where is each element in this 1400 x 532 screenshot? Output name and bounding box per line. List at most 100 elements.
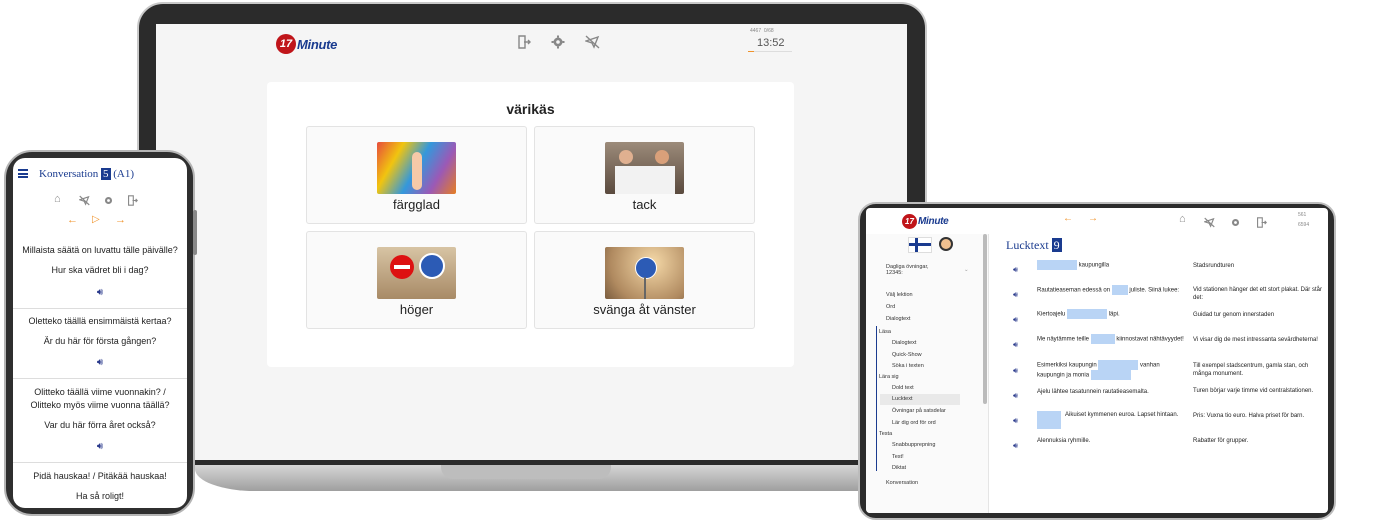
page-title: Lucktext 9	[1006, 238, 1062, 252]
speaker-icon[interactable]: 🔊︎	[1013, 391, 1018, 401]
app-logo[interactable]: 17 Minute	[276, 34, 337, 54]
no-flight-icon[interactable]	[584, 34, 600, 50]
play-icon[interactable]: ▷	[92, 214, 100, 225]
sidebar-item[interactable]: Söka i texten	[892, 363, 924, 369]
menu-icon[interactable]	[18, 169, 28, 178]
sidebar-item[interactable]: Lär dig ord för ord	[892, 420, 936, 426]
fi-line: Me näytämme teille kiinnostavat nähtävyy…	[1037, 334, 1189, 344]
tablet-screen: 17 Minute ← → ⌂ 561 6594 Dagliga övninga…	[866, 208, 1328, 513]
stat-points: 561	[1298, 212, 1307, 218]
speaker-icon[interactable]: 🔊︎	[13, 357, 187, 368]
speaker-icon[interactable]: 🔊︎	[13, 287, 187, 298]
no-flight-icon[interactable]	[1202, 215, 1215, 233]
sidebar-item[interactable]: Snabbupprepning	[892, 442, 935, 448]
logo-text: Minute	[918, 216, 949, 227]
speaker-icon[interactable]: 🔊︎	[1013, 366, 1018, 376]
timer-bar	[748, 51, 792, 52]
speaker-icon[interactable]: 🔊︎	[1013, 265, 1018, 275]
colorful-girl-photo	[377, 142, 456, 194]
speaker-icon[interactable]: 🔊︎	[1013, 441, 1018, 451]
option-card-4[interactable]: svänga åt vänster	[534, 231, 755, 329]
logo-badge: 17	[902, 214, 917, 229]
gear-icon[interactable]	[1230, 215, 1241, 233]
sv-line: Guidad tur genom innerstaden	[1193, 312, 1275, 318]
stat-points: 4467	[750, 28, 762, 34]
divider	[13, 378, 187, 379]
exit-icon[interactable]	[127, 193, 138, 211]
fi-line: Esimerkiksi kaupungin vanhan kaupungin j…	[1037, 360, 1189, 380]
forward-arrow-icon[interactable]: →	[1088, 213, 1098, 224]
sidebar-item-conversation[interactable]: Konversation	[886, 480, 918, 486]
exercise-number: 9	[1051, 238, 1062, 252]
option-label: svänga åt vänster	[593, 302, 696, 317]
phrase-sv: Är du här för första gången?	[43, 336, 157, 346]
scrollbar[interactable]	[983, 234, 987, 404]
speaker-icon[interactable]: 🔊︎	[1013, 416, 1018, 426]
sv-line: Turen börjar varje timme vid centralstat…	[1193, 388, 1314, 394]
sv-line: Rabatter för grupper.	[1193, 438, 1249, 444]
sidebar-item-dialog[interactable]: Dialogtext	[886, 316, 910, 322]
section-read: Läsa	[879, 329, 891, 335]
stat-total: 6594	[1298, 222, 1310, 228]
fi-line: Rautatieaseman edessä on juliste. Siinä …	[1037, 285, 1189, 295]
phrase-sv: Ha så roligt!	[75, 491, 125, 501]
sv-line: Vid stationen hänger det ett stort plaka…	[1193, 287, 1322, 301]
home-icon[interactable]: ⌂	[54, 193, 61, 205]
home-icon[interactable]: ⌂	[1179, 213, 1186, 225]
sidebar-item[interactable]: Test!	[892, 454, 904, 460]
laptop-screen: 17 Minute 4467 0/68 13:52 värikäs färggl…	[156, 24, 907, 460]
sidebar-item[interactable]: Quick-Show	[892, 352, 922, 358]
page-title: Konversation 5 (A1)	[39, 168, 135, 180]
speaker-icon[interactable]: 🔊︎	[1013, 340, 1018, 350]
sidebar-item-lesson[interactable]: Välj lektion	[886, 292, 913, 298]
speaker-icon[interactable]: 🔊︎	[1013, 315, 1018, 325]
phrase-fi: Oletteko täällä ensimmäistä kertaa?	[28, 316, 172, 326]
back-arrow-icon[interactable]: ←	[67, 214, 78, 226]
handshake-photo	[605, 142, 684, 194]
stat-progress: 0/68	[763, 28, 774, 34]
phrase-sv: Hur ska vädret bli i dag?	[51, 265, 149, 275]
sidebar-item[interactable]: Övningar på satsdelar	[892, 408, 946, 414]
exit-icon[interactable]	[516, 34, 532, 50]
sidebar-item-daily[interactable]: Dagliga övningar, 12345:	[886, 264, 929, 276]
avatar[interactable]	[939, 237, 953, 251]
option-card-1[interactable]: färgglad	[306, 126, 527, 224]
gear-icon[interactable]	[550, 34, 566, 50]
option-card-3[interactable]: höger	[306, 231, 527, 329]
road-signs-photo	[377, 247, 456, 299]
turn-sign-photo	[605, 247, 684, 299]
fi-line: Alennuksia ryhmille.	[1037, 438, 1091, 444]
sidebar-item[interactable]: Dold text	[892, 385, 914, 391]
back-arrow-icon[interactable]: ←	[1063, 213, 1073, 224]
sidebar-item-words[interactable]: Ord	[886, 304, 895, 310]
tree-line	[876, 326, 877, 471]
timer: 13:52	[757, 37, 785, 49]
phrase-fi: Pidä hauskaa! / Pitäkää hauskaa!	[33, 471, 167, 481]
speaker-icon[interactable]: 🔊︎	[1013, 290, 1018, 300]
gear-icon[interactable]	[103, 193, 114, 211]
phrase-fi: Olitteko täällä viime vuonnakin? /	[34, 387, 166, 397]
option-label: tack	[632, 197, 657, 212]
logo-badge: 17	[276, 34, 296, 54]
no-flight-icon[interactable]	[77, 193, 90, 211]
sv-line: Pris: Vuxna tio euro. Halva priset för b…	[1193, 413, 1305, 419]
stats: 4467 0/68	[750, 28, 774, 34]
option-label: höger	[399, 302, 434, 317]
option-label: färgglad	[393, 197, 440, 212]
sidebar-item-active[interactable]: Lucktext	[892, 396, 912, 402]
fi-line: Kiertoajelu läpi.	[1037, 309, 1189, 319]
sidebar-item[interactable]: Diktat	[892, 465, 906, 471]
speaker-icon[interactable]: 🔊︎	[13, 441, 187, 452]
sv-line: Stadsrundturen	[1193, 263, 1235, 269]
phrase-sv: Var du här förra året också?	[44, 420, 156, 430]
exit-icon[interactable]	[1256, 215, 1267, 233]
section-test: Testa	[879, 431, 893, 437]
sidebar-item[interactable]: Dialogtext	[892, 340, 916, 346]
finland-flag-icon[interactable]	[908, 237, 932, 253]
laptop-notch	[441, 465, 611, 479]
fi-line: kaupungilla	[1037, 260, 1185, 270]
forward-arrow-icon[interactable]: →	[115, 214, 126, 226]
option-card-2[interactable]: tack	[534, 126, 755, 224]
chevron-down-icon: ⌄	[964, 267, 969, 273]
app-logo[interactable]: 17 Minute	[902, 214, 949, 229]
